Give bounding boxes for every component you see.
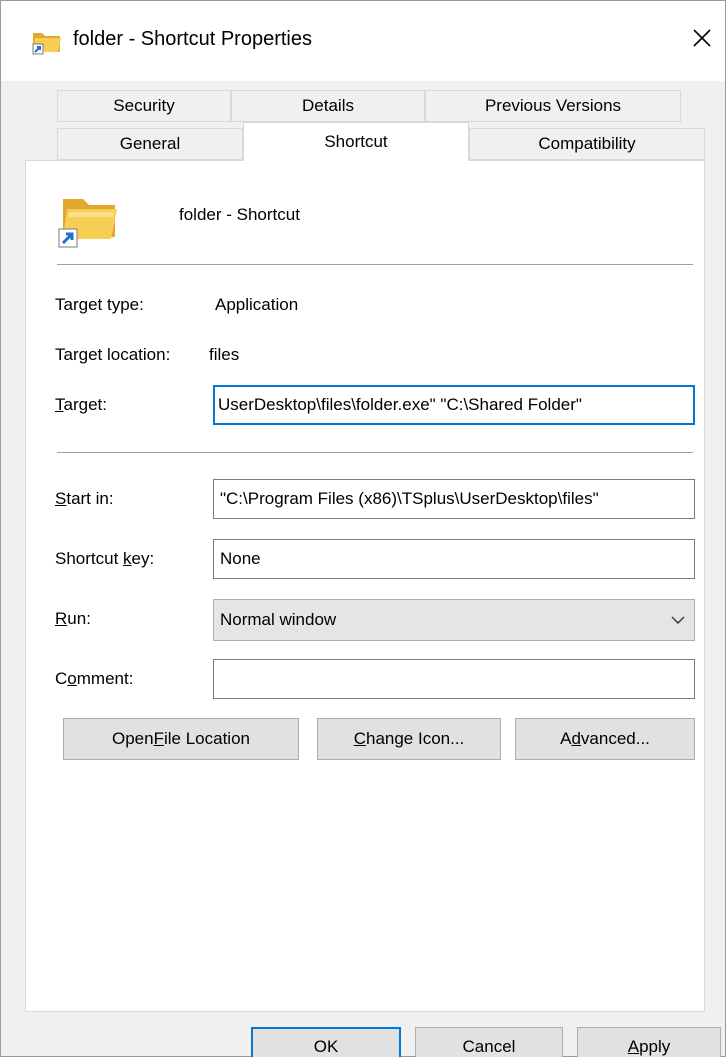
- target-location-label: Target location:: [55, 345, 171, 364]
- change-icon-button[interactable]: Change Icon...: [317, 718, 501, 760]
- close-button[interactable]: [677, 17, 726, 63]
- folder-shortcut-icon: [31, 27, 63, 55]
- run-dropdown-value: Normal window: [220, 610, 337, 629]
- comment-input[interactable]: [213, 659, 695, 699]
- tab-compatibility[interactable]: Compatibility: [469, 128, 705, 160]
- target-type-label: Target type:: [55, 295, 144, 314]
- run-label: Run:: [55, 609, 91, 628]
- window-title: folder - Shortcut Properties: [73, 28, 312, 50]
- properties-window: folder - Shortcut Properties Security De…: [0, 0, 726, 1057]
- comment-label: Comment:: [55, 669, 134, 688]
- target-location-value: files: [209, 345, 240, 364]
- apply-button[interactable]: Apply: [577, 1027, 721, 1057]
- title-bar: folder - Shortcut Properties: [1, 1, 725, 81]
- start-in-label: Start in:: [55, 489, 114, 508]
- separator: [57, 264, 693, 265]
- ok-button[interactable]: OK: [251, 1027, 401, 1057]
- target-label: Target:: [55, 395, 107, 414]
- separator: [57, 452, 693, 453]
- tab-previous-versions[interactable]: Previous Versions: [425, 90, 681, 122]
- tab-shortcut[interactable]: Shortcut: [243, 122, 469, 161]
- close-icon: [692, 28, 712, 53]
- target-type-value: Application: [215, 295, 299, 314]
- tab-security[interactable]: Security: [57, 90, 231, 122]
- open-file-location-button[interactable]: Open File Location: [63, 718, 299, 760]
- shortcut-name: folder - Shortcut: [179, 205, 300, 224]
- chevron-down-icon: [670, 612, 686, 628]
- shortcut-tab-panel: [25, 160, 705, 1012]
- advanced-button[interactable]: Ad vanced...: [515, 718, 695, 760]
- cancel-button[interactable]: Cancel: [415, 1027, 563, 1057]
- run-dropdown[interactable]: Normal window: [213, 599, 695, 641]
- tab-general[interactable]: General: [57, 128, 243, 160]
- start-in-input[interactable]: "C:\Program Files (x86)\TSplus\UserDeskt…: [213, 479, 695, 519]
- shortcut-key-input[interactable]: None: [213, 539, 695, 579]
- shortcut-key-label: Shortcut key:: [55, 549, 155, 568]
- target-input[interactable]: UserDesktop\files\folder.exe" "C:\Shared…: [213, 385, 695, 425]
- tab-details[interactable]: Details: [231, 90, 425, 122]
- folder-shortcut-large-icon: [57, 189, 121, 251]
